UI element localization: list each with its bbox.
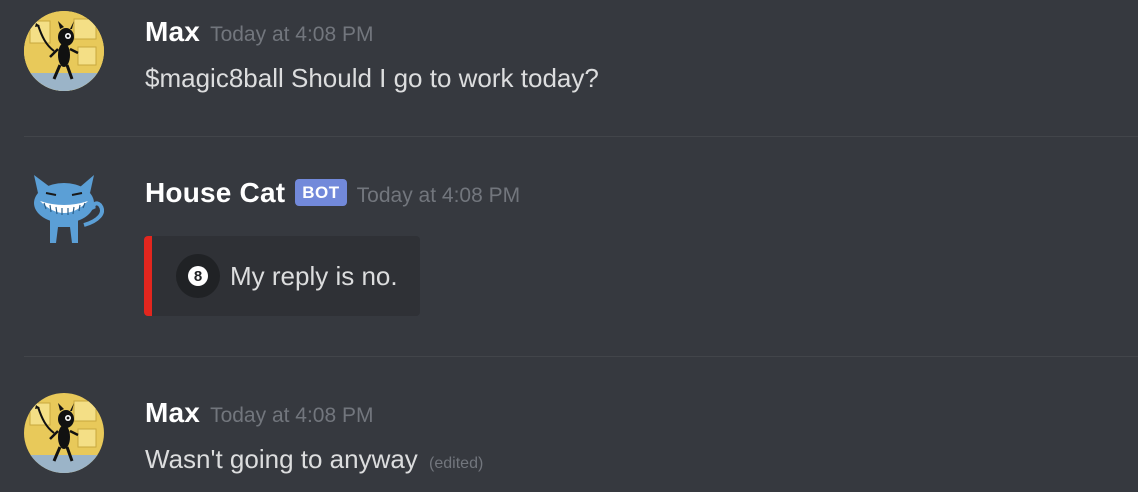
timestamp[interactable]: Today at 4:08 PM	[357, 184, 520, 208]
embed-description: My reply is no.	[230, 260, 398, 291]
timestamp[interactable]: Today at 4:08 PM	[210, 23, 373, 47]
embed: 8 My reply is no.	[144, 236, 420, 316]
edited-indicator: (edited)	[429, 455, 484, 472]
message-content: Wasn't going to anyway (edited)	[145, 444, 483, 475]
eight-ball-glyph: 8	[194, 268, 202, 285]
magic-8-ball-icon: 8	[176, 254, 220, 298]
username[interactable]: Max	[145, 16, 200, 48]
message-text: Wasn't going to anyway	[145, 444, 418, 474]
avatar[interactable]	[24, 393, 104, 473]
username[interactable]: House Cat	[145, 177, 285, 209]
timestamp[interactable]: Today at 4:08 PM	[210, 404, 373, 428]
message-divider	[24, 356, 1138, 357]
chat-message-list: Max Today at 4:08 PM $magic8ball Should …	[0, 0, 1138, 492]
message-header: Max Today at 4:08 PM	[145, 397, 374, 429]
username[interactable]: Max	[145, 397, 200, 429]
message-header: House Cat BOT Today at 4:08 PM	[145, 177, 520, 210]
message-divider	[24, 136, 1138, 137]
avatar[interactable]	[24, 11, 104, 91]
message-content: $magic8ball Should I go to work today?	[145, 63, 599, 93]
avatar[interactable]	[24, 173, 104, 253]
bot-badge: BOT	[295, 179, 347, 206]
message-header: Max Today at 4:08 PM	[145, 16, 374, 48]
